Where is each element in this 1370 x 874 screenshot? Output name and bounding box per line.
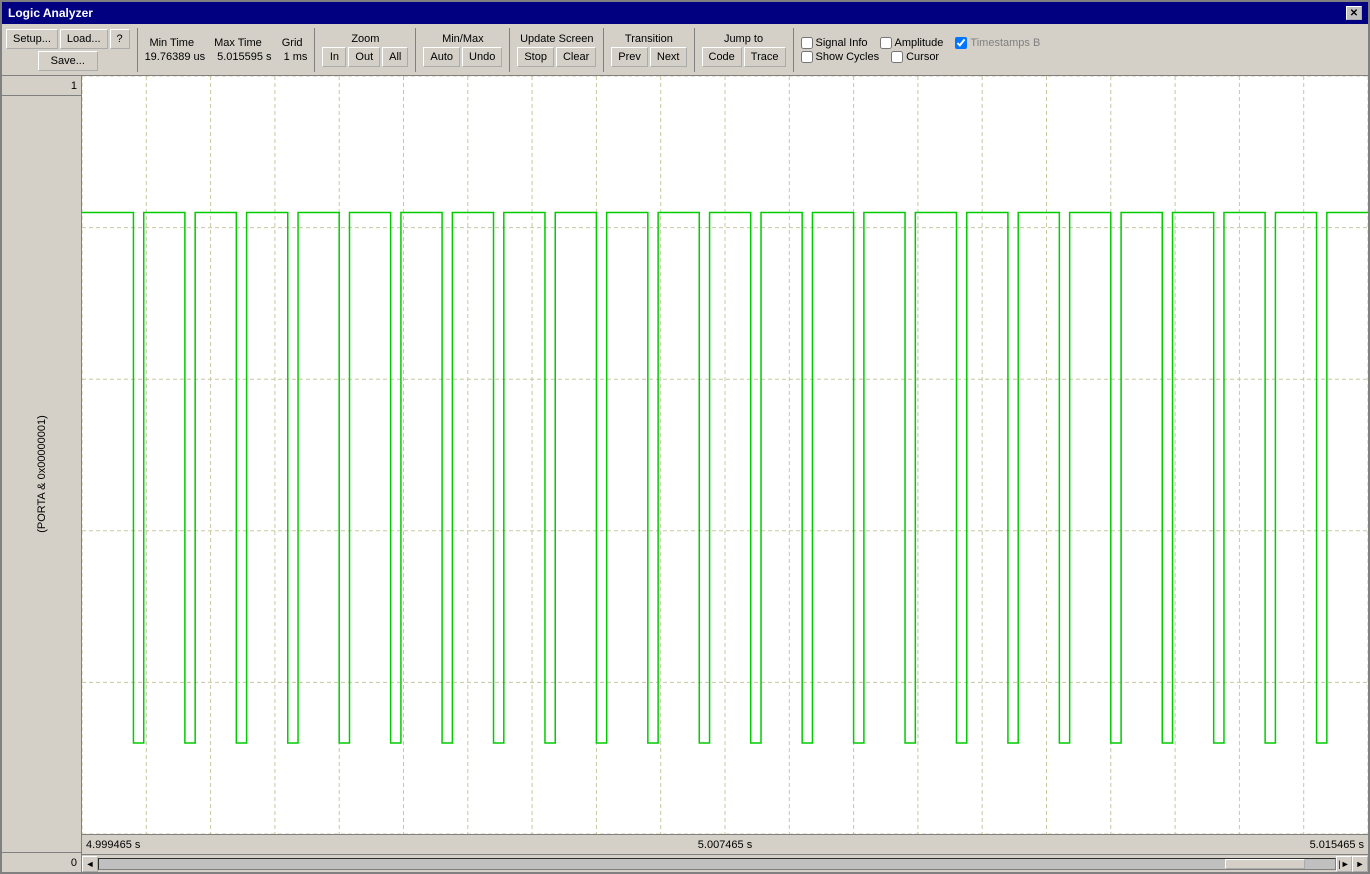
time-label-center: 5.007465 s [698, 839, 752, 851]
signal-name-area: (PORTA & 0x00000001) [2, 96, 81, 852]
scrollbar-thumb[interactable] [1225, 859, 1305, 869]
max-time-label: Max Time [214, 37, 262, 49]
cursor-checkbox[interactable] [891, 51, 903, 63]
amplitude-checkbox[interactable] [880, 37, 892, 49]
cursor-label: Cursor [906, 51, 939, 63]
waveform-canvas[interactable] [82, 76, 1368, 834]
save-button[interactable]: Save... [38, 51, 98, 71]
sep3 [415, 28, 416, 72]
minmax-undo-button[interactable]: Undo [462, 47, 502, 67]
time-label-right: 5.015465 s [1310, 839, 1364, 851]
file-group: Setup... Load... ? Save... [6, 29, 130, 71]
close-button[interactable]: ✕ [1346, 6, 1362, 20]
amplitude-checkbox-row[interactable]: Amplitude [880, 37, 944, 49]
sep1 [137, 28, 138, 72]
minmax-auto-button[interactable]: Auto [423, 47, 460, 67]
scroll-right-end-button[interactable]: |► [1336, 856, 1352, 872]
signal-info-checkbox-row[interactable]: Signal Info [801, 37, 868, 49]
jump-group: Jump to Code Trace [702, 33, 786, 67]
transition-group: Transition Prev Next [611, 33, 686, 67]
window-title: Logic Analyzer [8, 6, 93, 20]
scrollbar-area: ◄ |► ► [82, 854, 1368, 872]
transition-prev-button[interactable]: Prev [611, 47, 648, 67]
transition-label: Transition [625, 33, 673, 45]
update-group: Update Screen Stop Clear [517, 33, 596, 67]
logic-analyzer-window: Logic Analyzer ✕ Setup... Load... ? Save… [0, 0, 1370, 874]
minmax-label: Min/Max [442, 33, 484, 45]
checkbox-group: Signal Info Amplitude Timestamps B Show … [801, 37, 1041, 63]
jump-trace-button[interactable]: Trace [744, 47, 786, 67]
sep7 [793, 28, 794, 72]
show-cycles-label: Show Cycles [816, 51, 880, 63]
time-label-left: 4.999465 s [86, 839, 140, 851]
zoom-out-button[interactable]: Out [348, 47, 380, 67]
scroll-right-button[interactable]: ► [1352, 856, 1368, 872]
scrollbar-track[interactable] [98, 858, 1336, 870]
setup-button[interactable]: Setup... [6, 29, 58, 49]
grid-label: Grid [282, 37, 303, 49]
load-button[interactable]: Load... [60, 29, 108, 49]
max-time-value: 5.015595 s [217, 51, 271, 63]
main-area: 1 (PORTA & 0x00000001) 0 4.999465 s 5.00… [2, 76, 1368, 872]
show-cycles-checkbox[interactable] [801, 51, 813, 63]
cursor-checkbox-row[interactable]: Cursor [891, 51, 939, 63]
waveform-container: 4.999465 s 5.007465 s 5.015465 s ◄ |► ► [82, 76, 1368, 872]
grid-value: 1 ms [284, 51, 308, 63]
help-button[interactable]: ? [110, 29, 130, 49]
sep2 [314, 28, 315, 72]
jump-label: Jump to [724, 33, 763, 45]
min-time-label: Min Time [149, 37, 194, 49]
zoom-all-button[interactable]: All [382, 47, 408, 67]
sep5 [603, 28, 604, 72]
signal-info-label: Signal Info [816, 37, 868, 49]
transition-next-button[interactable]: Next [650, 47, 687, 67]
update-screen-label: Update Screen [520, 33, 593, 45]
signal-bottom-value: 0 [2, 852, 81, 872]
signal-name: (PORTA & 0x00000001) [36, 415, 48, 533]
minmax-group: Min/Max Auto Undo [423, 33, 502, 67]
scroll-left-button[interactable]: ◄ [82, 856, 98, 872]
timestamps-label: Timestamps B [970, 37, 1040, 49]
signal-info-checkbox[interactable] [801, 37, 813, 49]
zoom-group: Zoom In Out All [322, 33, 408, 67]
waveform-svg [82, 76, 1368, 834]
zoom-in-button[interactable]: In [322, 47, 346, 67]
title-bar: Logic Analyzer ✕ [2, 2, 1368, 24]
clear-button[interactable]: Clear [556, 47, 596, 67]
toolbar: Setup... Load... ? Save... Min Time Max … [2, 24, 1368, 76]
sep6 [694, 28, 695, 72]
signal-top-value: 1 [2, 76, 81, 96]
jump-code-button[interactable]: Code [702, 47, 742, 67]
sep4 [509, 28, 510, 72]
timestamps-checkbox[interactable] [955, 37, 967, 49]
stop-button[interactable]: Stop [517, 47, 554, 67]
zoom-label: Zoom [351, 33, 379, 45]
amplitude-label: Amplitude [895, 37, 944, 49]
time-axis: 4.999465 s 5.007465 s 5.015465 s [82, 834, 1368, 854]
timestamps-checkbox-row[interactable]: Timestamps B [955, 37, 1040, 49]
signal-label-area: 1 (PORTA & 0x00000001) 0 [2, 76, 82, 872]
time-info-group: Min Time Max Time Grid 19.76389 us 5.015… [145, 37, 308, 63]
min-time-value: 19.76389 us [145, 51, 206, 63]
show-cycles-checkbox-row[interactable]: Show Cycles [801, 51, 880, 63]
